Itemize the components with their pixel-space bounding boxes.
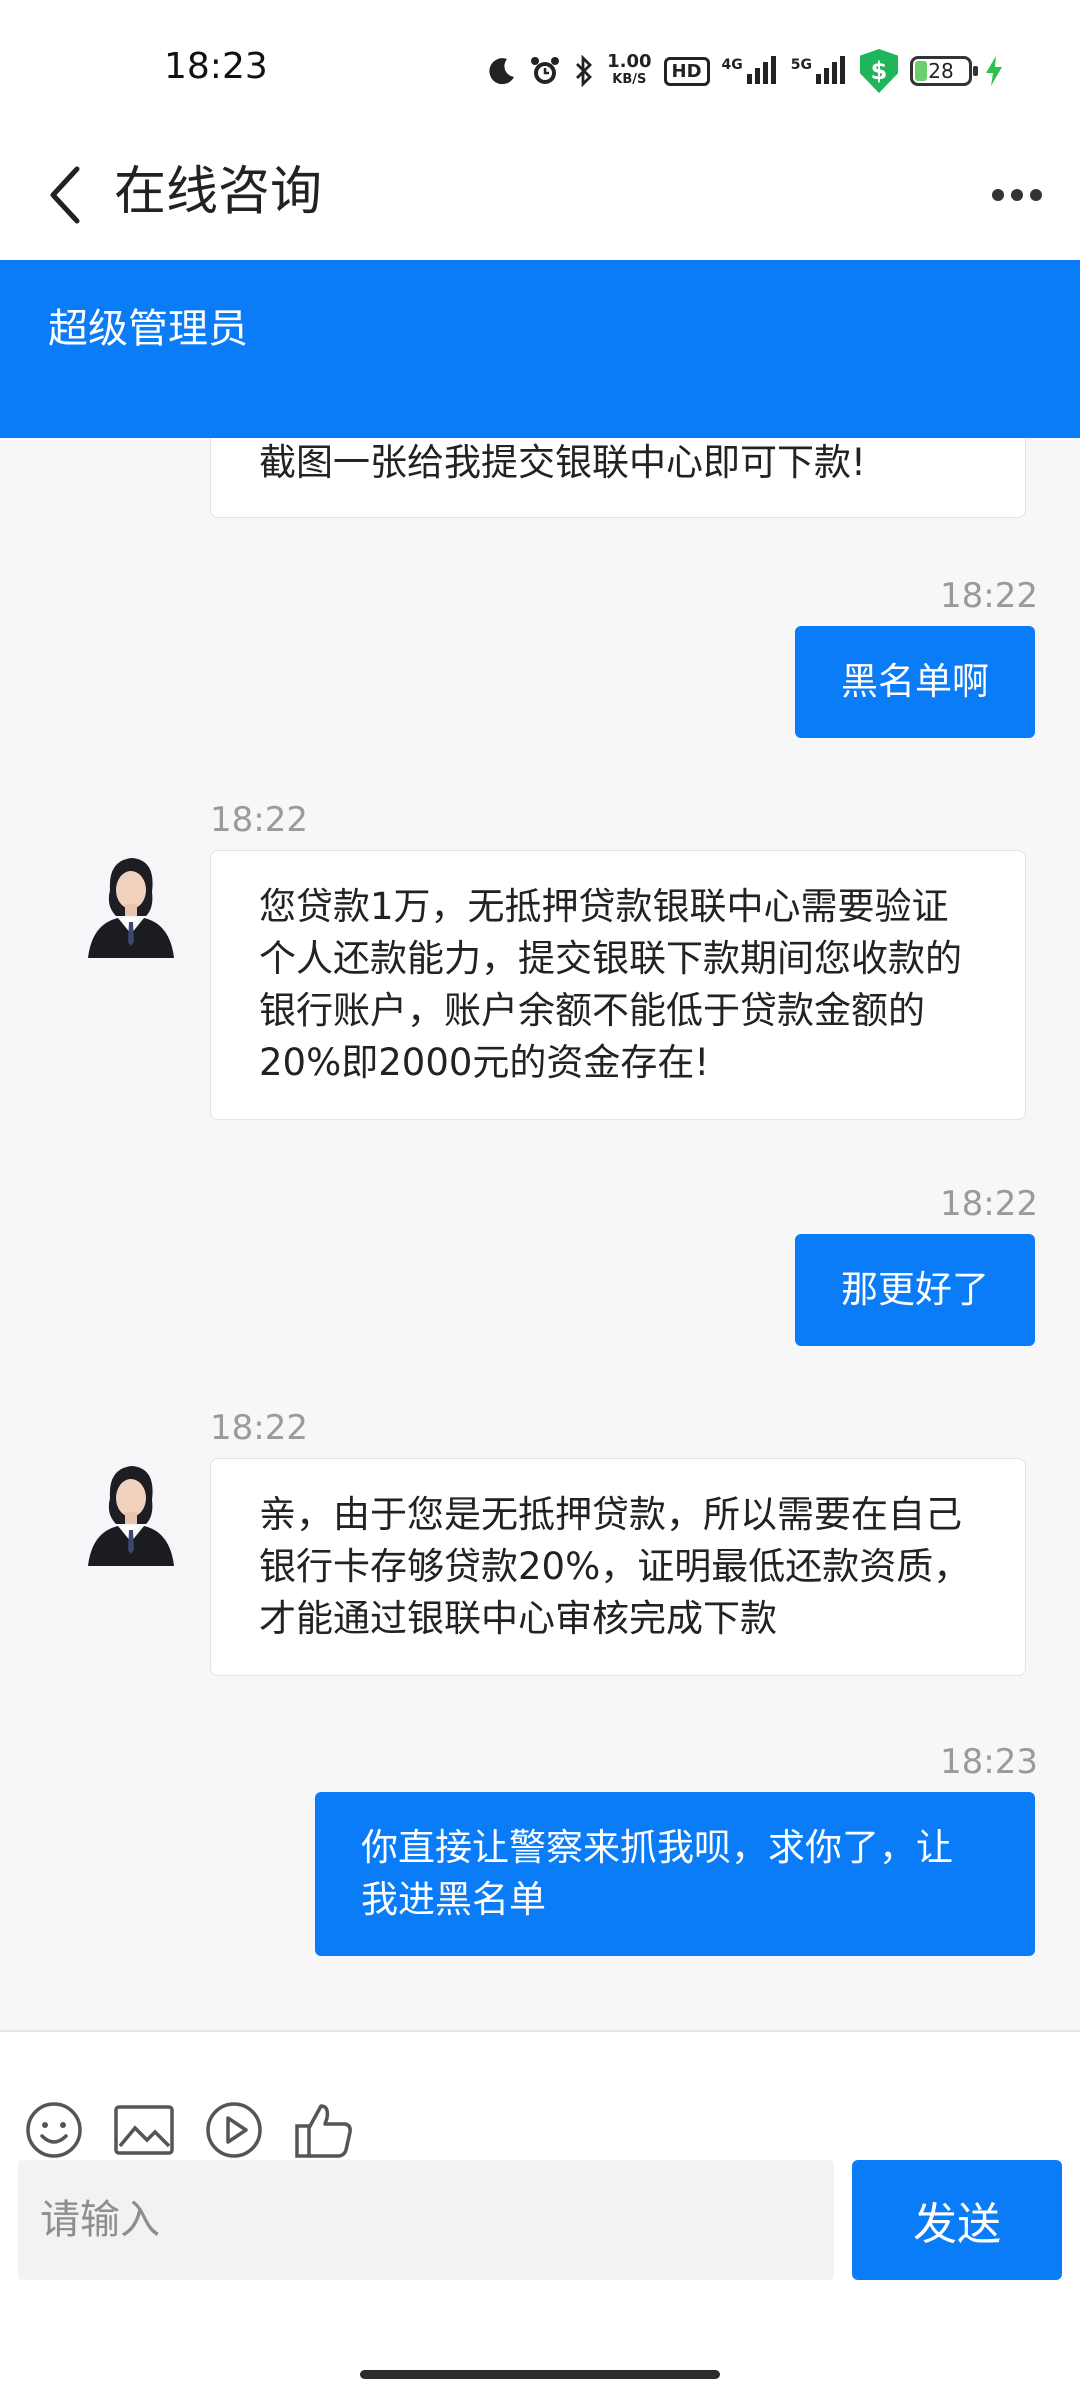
more-dot-icon: [1011, 189, 1023, 201]
composer: 发送: [0, 2030, 1080, 2400]
emoji-icon: [26, 2102, 82, 2158]
home-indicator[interactable]: [360, 2370, 720, 2379]
message-time: 18:23: [940, 1742, 1038, 1782]
message-time: 18:22: [940, 1184, 1038, 1224]
moon-icon: [487, 56, 517, 86]
charging-icon: [984, 55, 1004, 87]
agent-banner: 超级管理员: [0, 260, 1080, 438]
signal-5g-icon: 5G: [791, 56, 848, 86]
message-time: 18:22: [940, 576, 1038, 616]
alarm-icon: [529, 55, 561, 87]
agent-avatar: [80, 850, 180, 958]
image-button[interactable]: [112, 2098, 176, 2162]
battery-icon: 28: [910, 56, 978, 86]
message-text: 黑名单啊: [841, 660, 989, 703]
outgoing-message: 你直接让警察来抓我呗，求你了，让我进黑名单: [315, 1792, 1035, 1956]
outgoing-message: 黑名单啊: [795, 626, 1035, 738]
title-bar: 在线咨询: [0, 130, 1080, 260]
message-time: 18:22: [210, 1408, 308, 1448]
message-text: 亲，由于您是无抵押贷款，所以需要在自己银行卡存够贷款20%，证明最低还款资质，才…: [259, 1493, 971, 1640]
more-dot-icon: [1030, 189, 1042, 201]
status-time: 18:23: [164, 46, 268, 87]
message-text: 截图一张给我提交银联中心即可下款!: [259, 441, 866, 484]
net-speed: 1.00 KB/S: [607, 51, 652, 88]
send-button[interactable]: 发送: [852, 2160, 1062, 2280]
back-button[interactable]: [30, 160, 100, 230]
agent-avatar: [80, 1458, 180, 1566]
page-title: 在线咨询: [114, 162, 323, 222]
like-button[interactable]: [292, 2098, 356, 2162]
bluetooth-icon: [573, 55, 595, 87]
emoji-button[interactable]: [22, 2098, 86, 2162]
message-text: 那更好了: [841, 1268, 989, 1311]
thumbs-up-icon: [295, 2104, 352, 2158]
outgoing-message: 那更好了: [795, 1234, 1035, 1346]
status-bar: 18:23 1.00 KB/S HD 4G 5G $ 28: [0, 0, 1080, 130]
incoming-message: 亲，由于您是无抵押贷款，所以需要在自己银行卡存够贷款20%，证明最低还款资质，才…: [210, 1458, 1026, 1676]
message-input[interactable]: [18, 2160, 834, 2280]
signal-4g-icon: 4G: [722, 56, 779, 86]
status-icons: 1.00 KB/S HD 4G 5G $ 28: [487, 48, 1004, 94]
chevron-left-icon: [50, 166, 80, 224]
video-button[interactable]: [202, 2098, 266, 2162]
hd-icon: HD: [663, 56, 710, 86]
more-options-button[interactable]: [982, 160, 1052, 230]
agent-name: 超级管理员: [48, 306, 248, 352]
message-time: 18:22: [210, 800, 308, 840]
security-shield-icon: $: [860, 49, 898, 93]
message-text: 你直接让警察来抓我呗，求你了，让我进黑名单: [361, 1826, 953, 1921]
image-icon: [114, 2105, 174, 2155]
more-dot-icon: [992, 189, 1004, 201]
video-icon: [206, 2102, 262, 2158]
incoming-message: 您贷款1万，无抵押贷款银联中心需要验证个人还款能力，提交银联下款期间您收款的银行…: [210, 850, 1026, 1120]
chat-list[interactable]: 截图一张给我提交银联中心即可下款! 18:22 黑名单啊 18:22 您贷款1万…: [0, 438, 1080, 2030]
incoming-message: 截图一张给我提交银联中心即可下款!: [210, 438, 1026, 518]
message-text: 您贷款1万，无抵押贷款银联中心需要验证个人还款能力，提交银联下款期间您收款的银行…: [259, 885, 962, 1084]
